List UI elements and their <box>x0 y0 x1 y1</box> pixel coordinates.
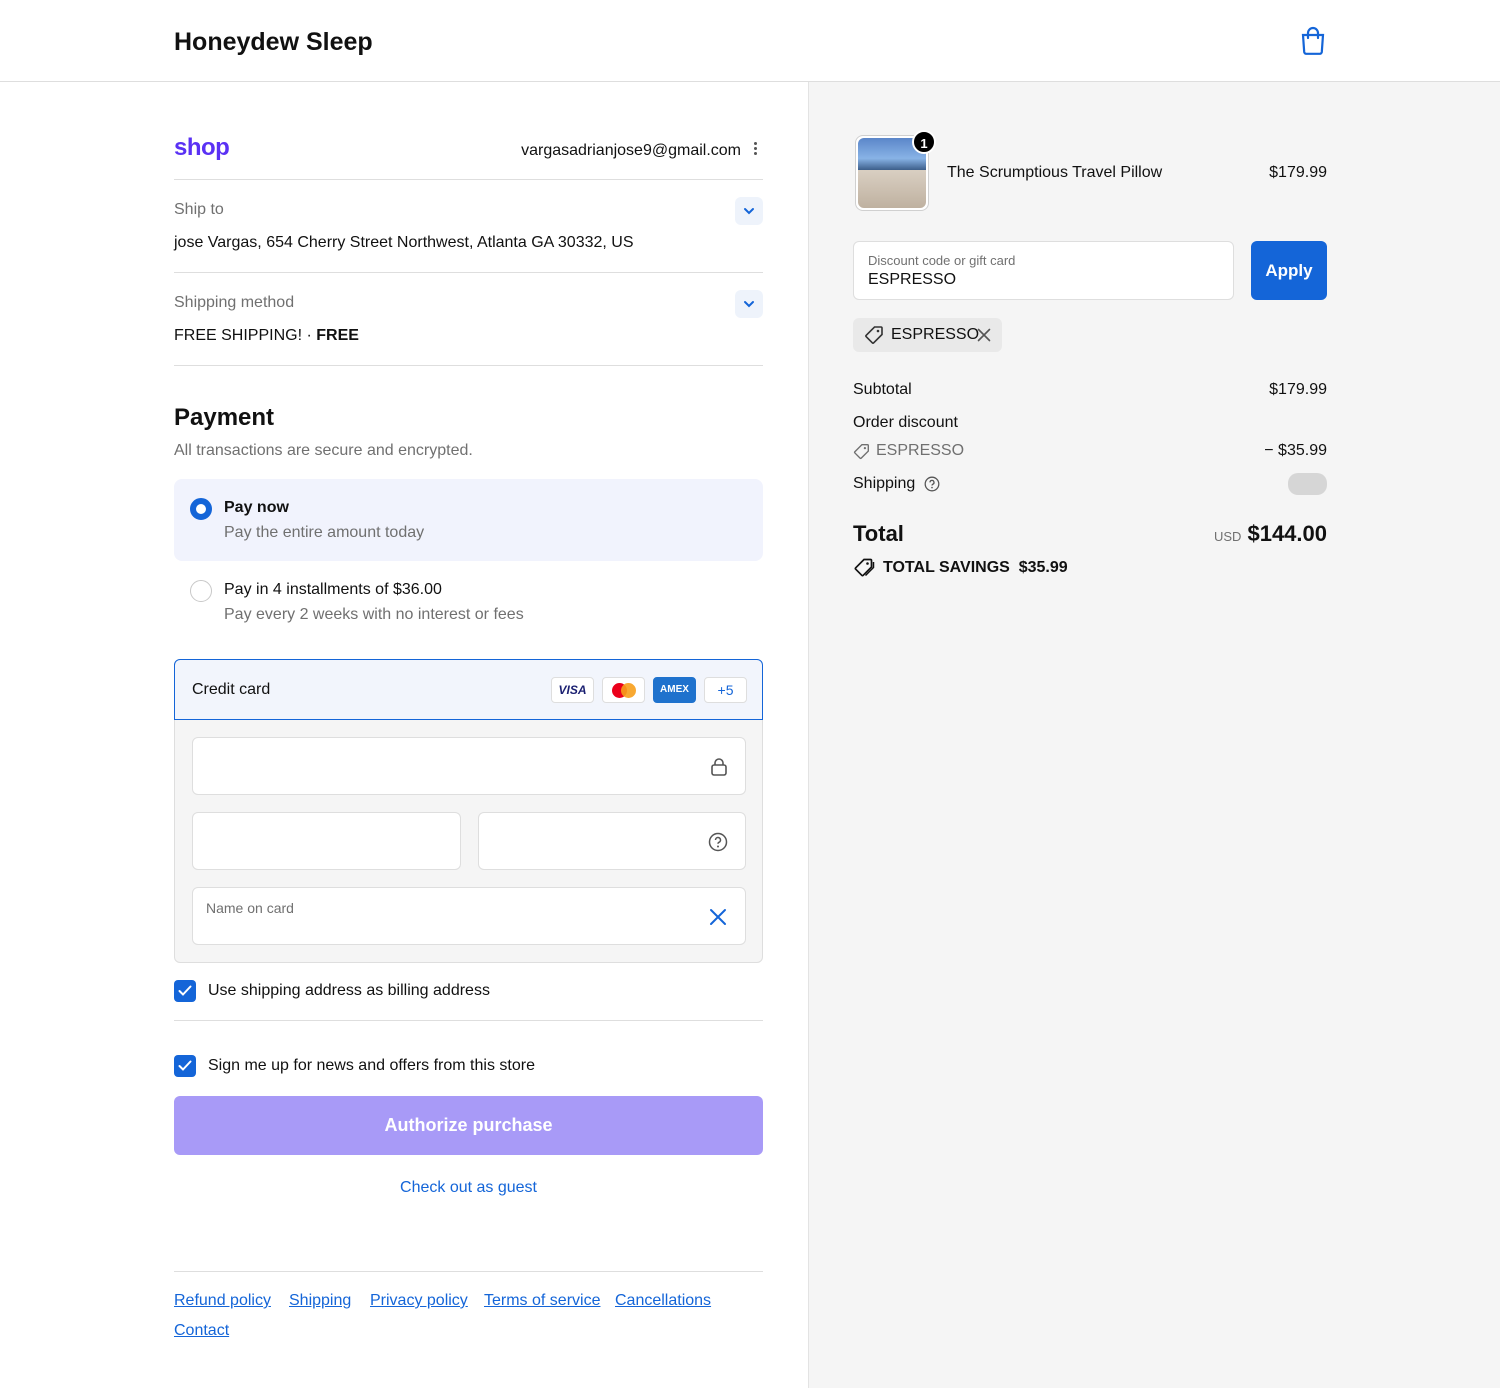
ship-to-section: Ship to jose Vargas, 654 Cherry Street N… <box>174 180 763 273</box>
shipping-label: Shipping <box>853 475 916 492</box>
pay-installments-radio[interactable] <box>190 580 212 602</box>
savings-tag-icon <box>854 558 875 577</box>
authorize-purchase-button[interactable]: Authorize purchase <box>174 1096 763 1155</box>
shipping-loading-placeholder <box>1288 473 1327 495</box>
subtotal-label: Subtotal <box>853 381 912 398</box>
newsletter-checkbox-label: Sign me up for news and offers from this… <box>208 1057 535 1074</box>
account-email: vargasadrianjose9@gmail.com <box>521 142 741 159</box>
name-on-card-input[interactable]: Name on card <box>192 887 746 945</box>
checkmark-icon <box>178 1060 192 1071</box>
order-discount-code: ESPRESSO <box>876 442 965 459</box>
ship-to-address: jose Vargas, 654 Cherry Street Northwest… <box>174 234 634 251</box>
ship-to-expand-button[interactable] <box>735 197 763 225</box>
terms-of-service-link[interactable]: Terms of service <box>484 1292 600 1310</box>
total-label: Total <box>853 521 904 546</box>
quantity-badge: 1 <box>912 130 936 154</box>
shipping-method-price: FREE <box>316 327 359 344</box>
applied-discount-chip: ESPRESSO <box>853 318 1002 352</box>
billing-address-checkbox[interactable] <box>174 980 196 1002</box>
subtotal-value: $179.99 <box>1269 381 1327 398</box>
checkout-as-guest-link[interactable]: Check out as guest <box>174 1179 763 1197</box>
total-savings-value: $35.99 <box>1018 559 1068 576</box>
visa-logo: VISA <box>551 677 594 703</box>
payment-subtitle: All transactions are secure and encrypte… <box>174 442 473 459</box>
pay-now-title: Pay now <box>224 499 289 516</box>
clear-x-icon[interactable] <box>709 908 727 926</box>
shipping-method-label: Shipping method <box>174 294 295 311</box>
mastercard-logo <box>602 677 645 703</box>
tag-icon <box>853 444 869 460</box>
pay-installments-option[interactable]: Pay in 4 installments of $36.00 Pay ever… <box>174 561 763 643</box>
pay-installments-title: Pay in 4 installments of $36.00 <box>224 581 442 598</box>
discount-code-value: ESPRESSO <box>868 271 957 288</box>
expiration-date-input[interactable] <box>192 812 461 870</box>
total-savings-label: TOTAL SAVINGS <box>883 559 1010 576</box>
order-discount-value: − $35.99 <box>1264 442 1327 459</box>
privacy-policy-link[interactable]: Privacy policy <box>370 1292 468 1310</box>
pay-installments-subtitle: Pay every 2 weeks with no interest or fe… <box>224 606 524 623</box>
kebab-menu-icon[interactable] <box>749 140 761 160</box>
shipping-method-separator: · <box>306 327 312 344</box>
newsletter-checkbox[interactable] <box>174 1055 196 1077</box>
applied-discount-code: ESPRESSO <box>891 326 980 343</box>
pay-now-radio[interactable] <box>190 498 212 520</box>
product-image-pillow <box>858 170 926 208</box>
divider <box>174 1020 763 1021</box>
footer-divider <box>174 1271 763 1272</box>
ship-to-label: Ship to <box>174 201 224 218</box>
security-code-input[interactable] <box>478 812 746 870</box>
product-name: The Scrumptious Travel Pillow <box>947 164 1163 181</box>
shipping-policy-link[interactable]: Shipping <box>289 1292 351 1310</box>
total-value: $144.00 <box>1247 521 1327 546</box>
store-name[interactable]: Honeydew Sleep <box>174 28 373 57</box>
contact-link[interactable]: Contact <box>174 1322 229 1340</box>
shipping-method-name: FREE SHIPPING! <box>174 327 303 344</box>
subtotal-row: Subtotal $179.99 <box>853 381 1327 399</box>
order-discount-label: Order discount <box>853 414 958 431</box>
tag-icon <box>865 326 883 344</box>
shop-account-row: shop vargasadrianjose9@gmail.com <box>174 134 763 180</box>
name-on-card-label: Name on card <box>206 900 294 916</box>
remove-x-icon[interactable] <box>977 328 991 342</box>
billing-address-checkbox-label: Use shipping address as billing address <box>208 982 490 999</box>
pay-now-subtitle: Pay the entire amount today <box>224 524 425 541</box>
order-discount-row: Order discount <box>853 414 1327 432</box>
credit-card-panel: Credit card VISA AMEX +5 Name on card <box>174 659 763 963</box>
total-savings-text: TOTAL SAVINGS $35.99 <box>883 559 1068 577</box>
total-currency: USD <box>1214 529 1242 544</box>
help-circle-icon[interactable] <box>708 832 728 852</box>
shipping-method-expand-button[interactable] <box>735 290 763 318</box>
refund-policy-link[interactable]: Refund policy <box>174 1292 271 1310</box>
more-cards-badge: +5 <box>704 677 747 703</box>
pay-now-option[interactable]: Pay now Pay the entire amount today <box>174 479 763 561</box>
credit-card-label: Credit card <box>192 681 271 698</box>
shipping-method-section: Shipping method FREE SHIPPING! · FREE <box>174 273 763 366</box>
amex-logo: AMEX <box>653 677 696 703</box>
checkmark-icon <box>178 985 192 996</box>
chevron-down-icon <box>744 208 754 215</box>
shipping-row: Shipping <box>853 473 1327 495</box>
discount-code-placeholder: Discount code or gift card <box>868 253 1016 268</box>
card-number-input[interactable] <box>192 737 746 795</box>
product-price: $179.99 <box>1269 164 1327 181</box>
discount-code-input[interactable]: Discount code or gift card ESPRESSO <box>853 241 1234 300</box>
chevron-down-icon <box>744 301 754 308</box>
site-header: Honeydew Sleep <box>0 0 1500 82</box>
payment-title: Payment <box>174 404 275 431</box>
cancellations-link[interactable]: Cancellations <box>615 1292 711 1310</box>
shopping-bag-icon[interactable] <box>1299 26 1327 56</box>
credit-card-header[interactable]: Credit card VISA AMEX +5 <box>174 659 763 720</box>
shipping-method-value: FREE SHIPPING! · FREE <box>174 327 359 345</box>
shop-logo: shop <box>174 134 230 161</box>
apply-discount-button[interactable]: Apply <box>1251 241 1327 300</box>
help-circle-icon[interactable] <box>924 476 940 492</box>
lock-icon <box>711 758 727 776</box>
